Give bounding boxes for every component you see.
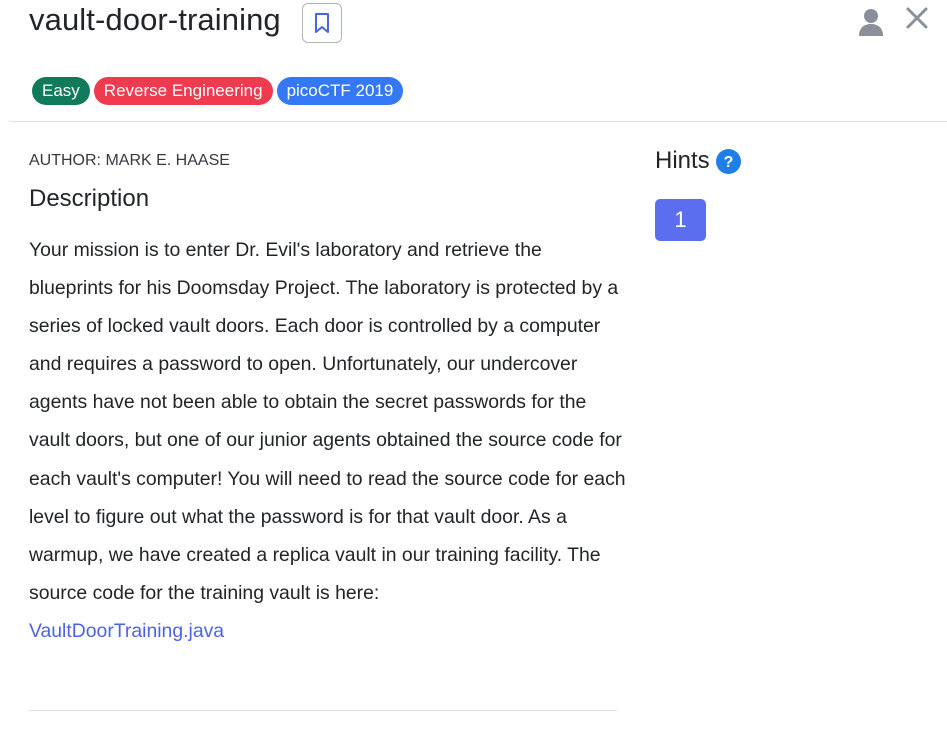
challenge-title: vault-door-training (29, 2, 281, 37)
header-divider (9, 121, 947, 122)
bookmark-icon (315, 13, 329, 33)
description-text: Your mission is to enter Dr. Evil's labo… (29, 239, 626, 604)
source-file-link[interactable]: VaultDoorTraining.java (29, 620, 224, 642)
challenge-modal: vault-door-training Easy Reverse Enginee… (0, 0, 947, 750)
description-divider (29, 710, 617, 711)
description-heading: Description (29, 185, 150, 212)
user-icon[interactable] (857, 7, 885, 37)
hints-header: Hints ? (655, 146, 741, 176)
author-line: AUTHOR: MARK E. HAASE (29, 152, 230, 169)
hints-heading: Hints (655, 147, 710, 174)
close-icon[interactable] (904, 5, 930, 31)
hint-1-button[interactable]: 1 (655, 199, 706, 241)
tag-list: Easy Reverse Engineering picoCTF 2019 (32, 77, 404, 105)
tag-event[interactable]: picoCTF 2019 (276, 77, 404, 105)
description-body: Your mission is to enter Dr. Evil's labo… (29, 231, 629, 650)
tag-category[interactable]: Reverse Engineering (93, 77, 273, 105)
svg-text:?: ? (723, 154, 733, 171)
question-circle-icon[interactable]: ? (715, 148, 741, 174)
tag-difficulty[interactable]: Easy (32, 77, 90, 105)
bookmark-button[interactable] (302, 3, 342, 43)
